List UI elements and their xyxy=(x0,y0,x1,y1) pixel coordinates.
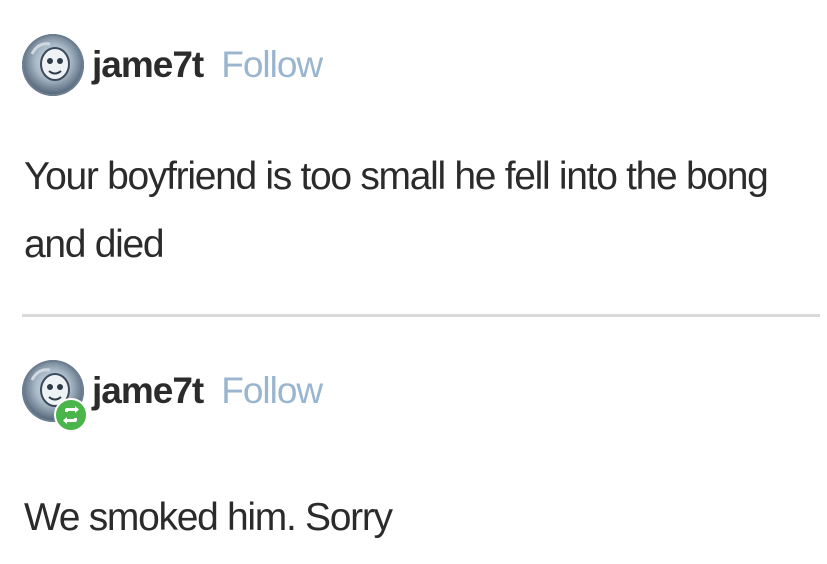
post-text: We smoked him. Sorry xyxy=(24,496,393,539)
follow-button[interactable]: Follow xyxy=(221,370,323,412)
follow-button[interactable]: Follow xyxy=(221,44,323,86)
post-header: jame7t Follow xyxy=(22,34,323,96)
reblog-icon xyxy=(63,406,79,424)
post-header: jame7t Follow xyxy=(22,360,323,432)
reblog-badge xyxy=(54,398,88,432)
post-text: Your boyfriend is too small he fell into… xyxy=(24,155,769,266)
cartoon-face-avatar-icon xyxy=(30,42,70,81)
avatar[interactable] xyxy=(22,34,84,96)
avatar[interactable] xyxy=(22,360,88,432)
divider xyxy=(22,314,820,317)
post-reply: jame7t Follow We smoked him. Sorry xyxy=(0,322,827,564)
username[interactable]: jame7t xyxy=(92,44,204,86)
username[interactable]: jame7t xyxy=(92,370,204,412)
post-original: jame7t Follow Your boyfriend is too smal… xyxy=(0,0,827,300)
